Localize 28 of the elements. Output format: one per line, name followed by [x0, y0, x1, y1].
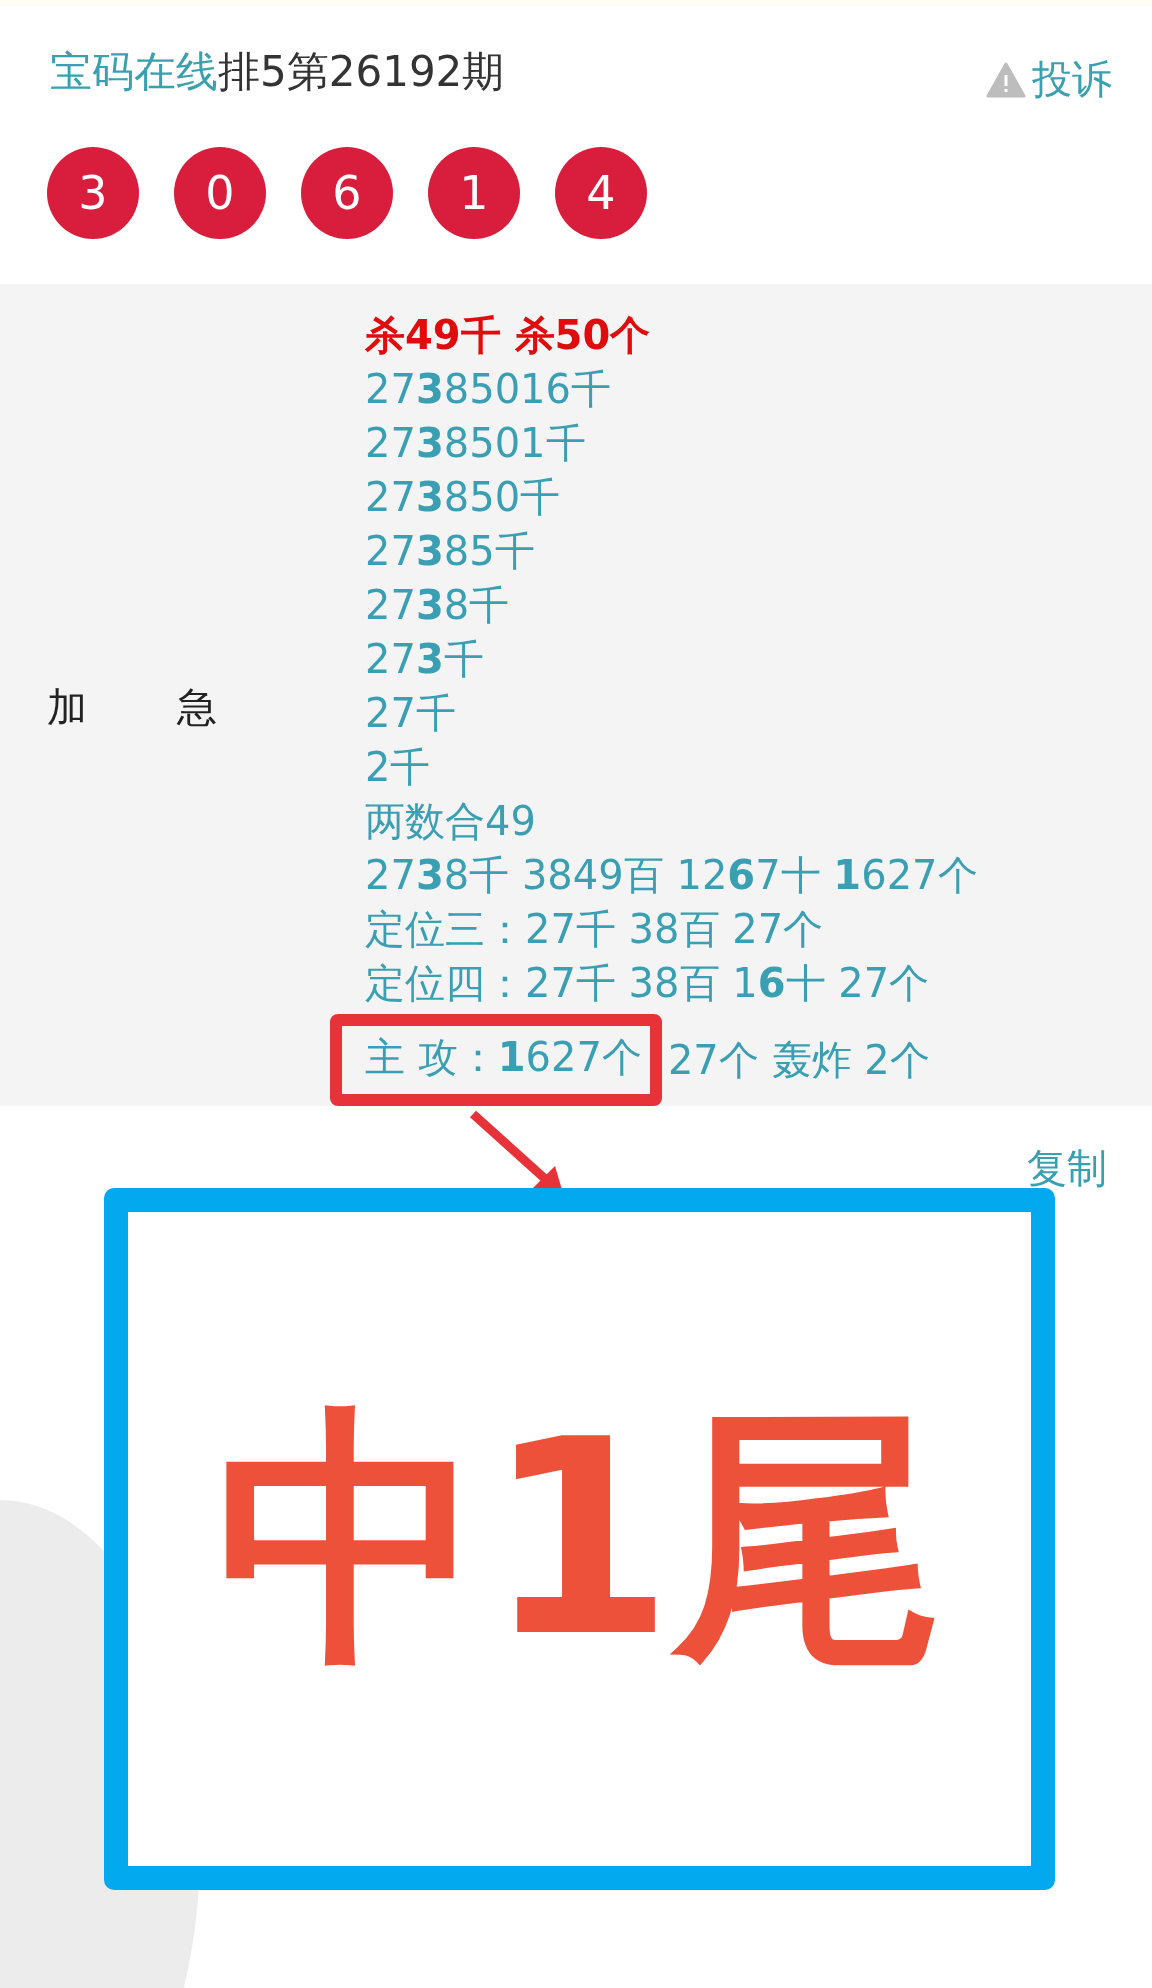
copy-link[interactable]: 复制: [1027, 1141, 1107, 1196]
prediction-line: 2738千: [365, 581, 511, 630]
prediction-line: 杀49千 杀50个: [365, 311, 652, 360]
prediction-line: 27385016千: [365, 365, 612, 414]
row-label: 急: [177, 682, 217, 732]
prediction-line: 2738千 3849百 1267十 1627个: [365, 851, 978, 900]
complaint-button[interactable]: 投诉: [986, 52, 1112, 107]
issue-title: 排5第26192期: [218, 47, 505, 96]
prediction-line: 273千: [365, 635, 485, 684]
number-ball: 0: [174, 147, 266, 239]
prediction-line: 定位三：27千 38百 27个: [365, 905, 825, 954]
prediction-line: 2千: [365, 743, 432, 792]
number-ball: 1: [428, 147, 520, 239]
prediction-line: 定位四：27千 38百 16十 27个: [365, 959, 931, 1008]
callout-text: 中1尾: [215, 1404, 944, 1674]
prediction-line: 主 攻：1627个: [365, 1034, 642, 1080]
site-name: 宝码在线: [50, 47, 218, 96]
prediction-line: 27个 轰炸 2个: [667, 1036, 930, 1085]
warning-icon: [986, 61, 1026, 98]
prediction-line: 两数合49: [365, 797, 537, 846]
prediction-line: 2738501千: [365, 419, 587, 468]
number-ball: 4: [555, 147, 647, 239]
prediction-line: 27千: [365, 689, 457, 738]
number-ball: 3: [47, 147, 139, 239]
prediction-line: 27385千: [365, 527, 536, 576]
number-ball: 6: [301, 147, 393, 239]
row-label: 加: [47, 682, 87, 732]
prediction-line: 273850千: [365, 473, 562, 522]
